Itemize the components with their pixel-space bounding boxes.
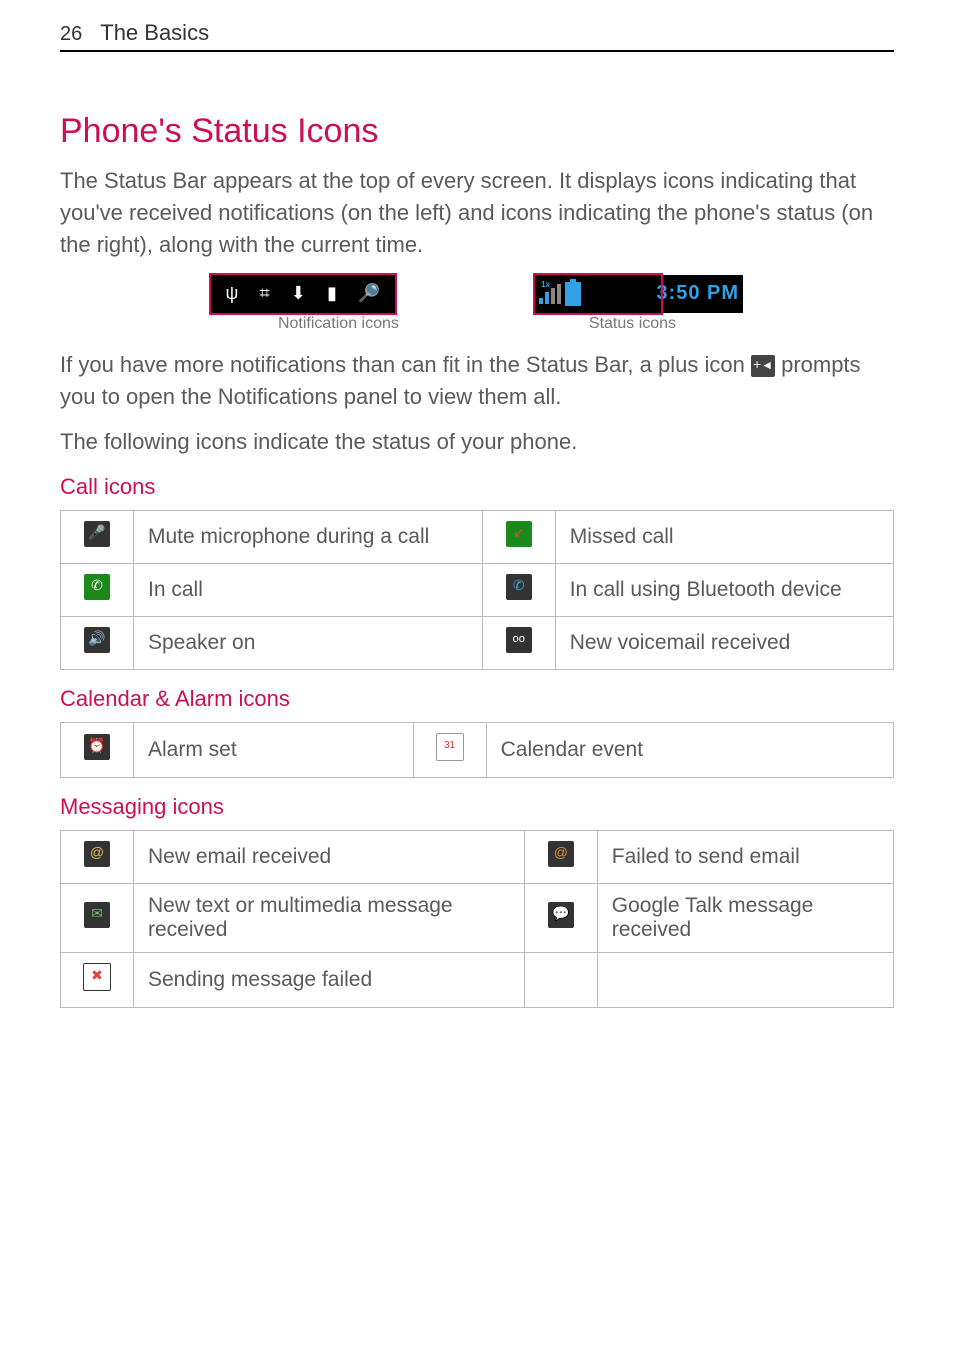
bt-call-label: In call using Bluetooth device	[555, 564, 893, 617]
missed-call-icon: ↙	[506, 521, 532, 547]
page-header: 26 The Basics	[60, 20, 894, 52]
alarm-label: Alarm set	[134, 723, 414, 778]
bt-call-icon: ✆	[506, 574, 532, 600]
status-bar-illustration: ψ ⌗ ⬇ ▮ 🔍 1x 3:50 PM	[60, 275, 894, 313]
calendar-icon: 31	[436, 733, 464, 761]
page-number: 26	[60, 23, 82, 46]
table-row: 🔊 Speaker on oo New voicemail received	[61, 617, 894, 670]
in-call-label: In call	[134, 564, 483, 617]
intro-paragraph: The Status Bar appears at the top of eve…	[60, 165, 894, 261]
voicemail-icon: oo	[506, 627, 532, 653]
status-outline	[533, 273, 663, 315]
call-heading: Call icons	[60, 474, 894, 500]
table-row: ✖ Sending message failed	[61, 953, 894, 1008]
status-caption: Status icons	[589, 315, 676, 333]
table-row: ✆ In call ✆ In call using Bluetooth devi…	[61, 564, 894, 617]
sms-icon: ✉	[84, 902, 110, 928]
sms-label: New text or multimedia message received	[134, 884, 525, 953]
speaker-label: Speaker on	[134, 617, 483, 670]
email-fail-icon: @	[548, 841, 574, 867]
calendar-table: ⏰ Alarm set 31 Calendar event	[60, 722, 894, 778]
body2: The following icons indicate the status …	[60, 426, 894, 458]
plus-text-a: If you have more notifications than can …	[60, 352, 751, 377]
mic-mute-icon: 🎤	[84, 521, 110, 547]
missed-call-label: Missed call	[555, 511, 893, 564]
speaker-icon: 🔊	[84, 627, 110, 653]
in-call-icon: ✆	[84, 574, 110, 600]
call-table: 🎤 Mute microphone during a call ↙ Missed…	[60, 510, 894, 670]
talk-label: Google Talk message received	[597, 884, 893, 953]
table-row: 🎤 Mute microphone during a call ↙ Missed…	[61, 511, 894, 564]
caption-row: Notification icons Status icons	[60, 315, 894, 333]
plus-paragraph: If you have more notifications than can …	[60, 349, 894, 413]
calendar-heading: Calendar & Alarm icons	[60, 686, 894, 712]
sms-fail-icon: ✖	[83, 963, 111, 991]
alarm-icon: ⏰	[84, 734, 110, 760]
table-row: @ New email received @ Failed to send em…	[61, 831, 894, 884]
page-title: Phone's Status Icons	[60, 112, 894, 151]
table-row: ⏰ Alarm set 31 Calendar event	[61, 723, 894, 778]
empty-label	[597, 953, 893, 1008]
table-row: ✉ New text or multimedia message receive…	[61, 884, 894, 953]
notification-outline	[209, 273, 397, 315]
section-title: The Basics	[100, 20, 209, 46]
email-label: New email received	[134, 831, 525, 884]
mic-mute-label: Mute microphone during a call	[134, 511, 483, 564]
notification-caption: Notification icons	[278, 315, 399, 333]
clock: 3:50 PM	[656, 282, 739, 305]
empty-icon-cell	[524, 953, 597, 1008]
talk-icon: 💬	[548, 902, 574, 928]
calendar-label: Calendar event	[486, 723, 893, 778]
sms-fail-label: Sending message failed	[134, 953, 525, 1008]
messaging-heading: Messaging icons	[60, 794, 894, 820]
email-fail-label: Failed to send email	[597, 831, 893, 884]
voicemail-label: New voicemail received	[555, 617, 893, 670]
email-icon: @	[84, 841, 110, 867]
messaging-table: @ New email received @ Failed to send em…	[60, 830, 894, 1008]
plus-icon	[751, 355, 775, 377]
